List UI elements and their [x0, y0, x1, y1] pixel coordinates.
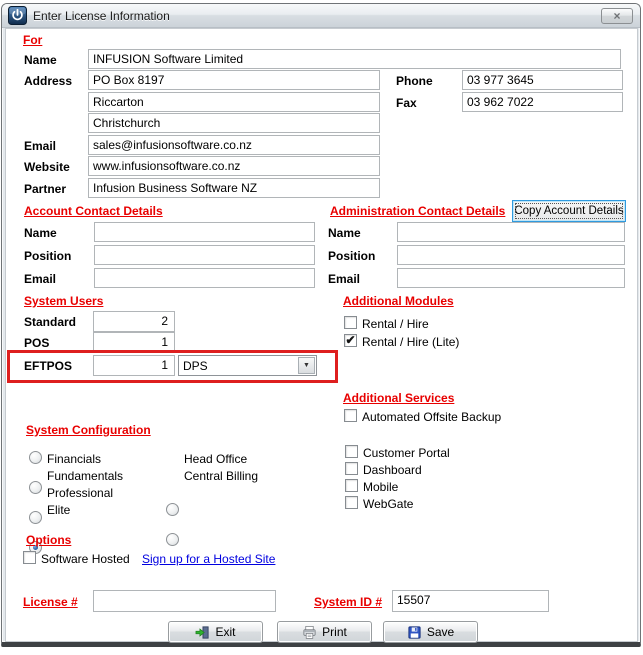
head-office-label: Head Office [184, 452, 248, 466]
pos-users-label: POS [24, 336, 50, 350]
admin-position-label: Position [328, 249, 376, 263]
fax-label: Fax [396, 96, 417, 110]
eftpos-provider-select[interactable]: DPS ▼ [178, 355, 317, 376]
account-position-label: Position [24, 249, 72, 263]
pos-users-field[interactable]: 1 [93, 332, 175, 353]
fundamentals-label: Fundamentals [47, 469, 124, 483]
for-header: For [23, 33, 43, 47]
close-button[interactable]: × [601, 8, 633, 24]
professional-label: Professional [47, 486, 114, 500]
central-billing-label: Central Billing [184, 469, 259, 483]
rental-hire-lite-label: Rental / Hire (Lite) [362, 335, 460, 349]
print-button[interactable]: Print [277, 621, 372, 643]
system-configuration-header: System Configuration [26, 423, 151, 437]
financials-radio[interactable] [29, 451, 42, 464]
dashboard-label: Dashboard [363, 463, 422, 477]
partner-field[interactable]: Infusion Business Software NZ [88, 178, 380, 198]
software-hosted-label: Software Hosted [41, 552, 130, 566]
standard-users-field[interactable]: 2 [93, 311, 175, 332]
elite-label: Elite [47, 503, 71, 517]
webgate-checkbox[interactable] [345, 496, 358, 509]
power-icon [8, 6, 27, 25]
address-line2-field[interactable]: Riccarton [88, 92, 380, 112]
additional-services-header: Additional Services [343, 391, 455, 405]
account-contact-header: Account Contact Details [24, 204, 163, 218]
mobile-checkbox[interactable] [345, 479, 358, 492]
financials-label: Financials [47, 452, 102, 466]
floppy-disk-icon [407, 625, 422, 640]
eftpos-provider-value: DPS [183, 358, 208, 373]
copy-account-details-button[interactable]: Copy Account Details [512, 200, 626, 222]
fundamentals-radio[interactable] [29, 481, 42, 494]
address-label: Address [24, 74, 73, 88]
save-button[interactable]: Save [383, 621, 478, 643]
admin-position-field[interactable] [397, 245, 625, 265]
license-dialog: Enter License Information × For Name INF… [0, 0, 643, 655]
eftpos-users-field[interactable]: 1 [93, 355, 175, 376]
window-title: Enter License Information [33, 9, 170, 23]
offsite-backup-checkbox[interactable] [344, 409, 357, 422]
license-number-field[interactable] [93, 590, 276, 612]
admin-name-field[interactable] [397, 222, 625, 242]
phone-field[interactable]: 03 977 3645 [462, 70, 623, 90]
save-button-label: Save [426, 625, 455, 639]
customer-portal-checkbox[interactable] [345, 445, 358, 458]
admin-contact-header: Administration Contact Details [330, 204, 506, 218]
exit-button[interactable]: Exit [168, 621, 263, 643]
email-field[interactable]: sales@infusionsoftware.co.nz [88, 135, 380, 155]
close-icon: × [613, 9, 621, 23]
account-email-field[interactable] [94, 268, 315, 288]
account-email-label: Email [24, 272, 57, 286]
email-label: Email [24, 139, 57, 153]
hosted-site-link[interactable]: Sign up for a Hosted Site [142, 552, 275, 566]
system-users-header: System Users [24, 294, 104, 308]
central-billing-radio[interactable] [166, 533, 179, 546]
printer-icon [302, 625, 317, 640]
eftpos-users-label: EFTPOS [24, 359, 73, 373]
system-id-field[interactable]: 15507 [392, 590, 549, 612]
name-label: Name [24, 53, 57, 67]
name-field[interactable]: INFUSION Software Limited [88, 49, 621, 69]
mobile-label: Mobile [363, 480, 399, 494]
rental-hire-label: Rental / Hire [362, 317, 429, 331]
chevron-down-icon[interactable]: ▼ [298, 357, 315, 374]
account-position-field[interactable] [94, 245, 315, 265]
head-office-radio[interactable] [166, 503, 179, 516]
exit-button-label: Exit [215, 625, 236, 639]
exit-door-icon [195, 625, 210, 640]
system-id-label: System ID # [314, 595, 383, 609]
website-label: Website [24, 160, 70, 174]
rental-hire-lite-checkbox[interactable] [344, 334, 357, 347]
fax-field[interactable]: 03 962 7022 [462, 92, 623, 112]
rental-hire-checkbox[interactable] [344, 316, 357, 329]
webgate-label: WebGate [363, 497, 414, 511]
print-button-label: Print [322, 625, 347, 639]
account-name-label: Name [24, 226, 57, 240]
partner-label: Partner [24, 182, 67, 196]
options-header: Options [26, 533, 72, 547]
admin-name-label: Name [328, 226, 361, 240]
customer-portal-label: Customer Portal [363, 446, 450, 460]
admin-email-label: Email [328, 272, 361, 286]
professional-radio[interactable] [29, 511, 42, 524]
admin-email-field[interactable] [397, 268, 625, 288]
standard-users-label: Standard [24, 315, 77, 329]
phone-label: Phone [396, 74, 433, 88]
website-field[interactable]: www.infusionsoftware.co.nz [88, 156, 380, 176]
address-line3-field[interactable]: Christchurch [88, 113, 380, 133]
additional-modules-header: Additional Modules [343, 294, 454, 308]
dashboard-checkbox[interactable] [345, 462, 358, 475]
license-number-label: License # [23, 595, 78, 609]
software-hosted-checkbox[interactable] [23, 551, 36, 564]
offsite-backup-label: Automated Offsite Backup [362, 410, 502, 424]
address-line1-field[interactable]: PO Box 8197 [88, 70, 380, 90]
account-name-field[interactable] [94, 222, 315, 242]
